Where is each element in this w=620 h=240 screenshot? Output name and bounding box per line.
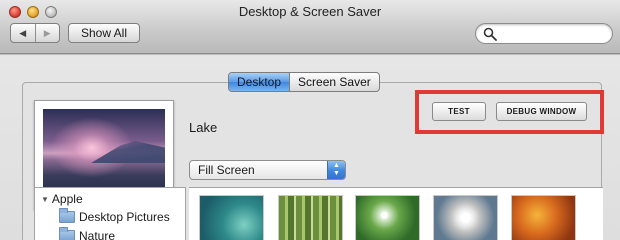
bamboo-thumbnail[interactable] [278,195,343,240]
dew-drop-thumbnail[interactable] [355,195,420,240]
search-field[interactable] [475,23,613,44]
source-item-label: Nature [79,229,116,240]
tab-screen-saver[interactable]: Screen Saver [289,73,379,91]
show-all-button[interactable]: Show All [68,23,140,43]
back-button[interactable]: ◀ [11,24,35,42]
wallpaper-name: Lake [189,120,218,135]
left-triangle-icon: ◀ [19,27,27,38]
title-bar: Desktop & Screen Saver ◀ ▶ Show All [0,0,620,54]
back-forward-control: ◀ ▶ [10,23,60,43]
disclosure-triangle-icon: ▼ [41,194,49,204]
window-title: Desktop & Screen Saver [238,4,382,19]
source-item-label: Desktop Pictures [79,210,170,224]
fit-mode-value: Fill Screen [198,163,255,177]
source-item-nature[interactable]: Nature [59,227,116,240]
right-triangle-icon: ▶ [43,27,51,38]
updown-arrows-icon: ▲ ▼ [327,161,345,179]
agave-thumbnail[interactable] [199,195,264,240]
highlight-annotation-box [415,90,604,134]
search-input[interactable] [500,26,606,41]
forward-button[interactable]: ▶ [34,24,60,42]
folder-icon [59,227,75,240]
source-group-apple[interactable]: ▼ Apple [41,192,83,206]
source-group-label: Apple [51,192,83,206]
source-item-desktop-pictures[interactable]: Desktop Pictures [59,208,170,224]
autumn-leaves-thumbnail[interactable] [511,195,576,240]
tab-desktop[interactable]: Desktop [229,73,290,91]
folder-icon [59,208,75,223]
tab-bar: Desktop Screen Saver [228,72,380,92]
source-list: ▼ Apple Desktop Pictures Nature [34,187,186,240]
search-icon [483,27,497,41]
dandelion-thumbnail[interactable] [433,195,498,240]
fit-mode-select[interactable]: Fill Screen ▲ ▼ [189,160,346,180]
mountain-shape [91,141,165,163]
